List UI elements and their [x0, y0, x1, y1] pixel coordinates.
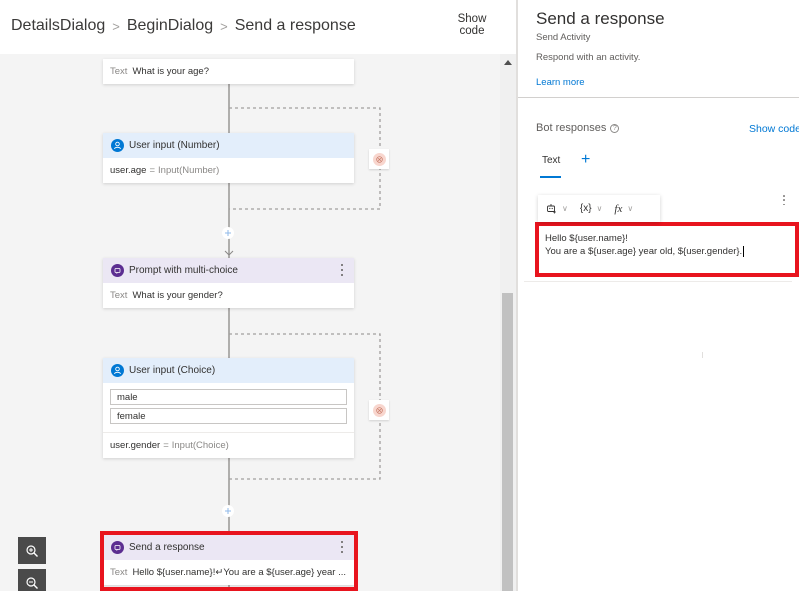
node-field-label: Text	[110, 567, 128, 578]
node-property: user.age	[110, 165, 147, 176]
choice-item: female	[110, 408, 347, 424]
editor-line-1: Hello ${user.name}!	[545, 233, 628, 244]
choice-list: male female	[103, 383, 354, 433]
user-icon	[111, 364, 124, 377]
help-icon[interactable]: ?	[610, 123, 620, 133]
zoom-in-button[interactable]	[18, 537, 46, 564]
insert-template-dropdown[interactable]: ∨	[546, 203, 568, 214]
plus-icon	[225, 230, 231, 236]
editor-line-2: You are a ${user.age} year old, ${user.g…	[545, 246, 743, 257]
scrollbar-thumb[interactable]	[502, 293, 513, 591]
show-code-button[interactable]: Show code	[452, 13, 492, 37]
editor-line-2-wrap: You are a ${user.age} year old, ${user.g…	[545, 245, 789, 258]
user-input-number-node[interactable]: User input (Number) user.age = Input(Num…	[103, 133, 354, 183]
error-circle-icon	[372, 152, 386, 166]
response-text-editor[interactable]: Hello ${user.name}! You are a ${user.age…	[535, 222, 799, 277]
text-caret	[743, 245, 745, 257]
user-icon	[111, 139, 124, 152]
invalid-input-badge[interactable]	[369, 149, 389, 169]
flow-canvas[interactable]: Text What is your age? User input (Numbe…	[0, 54, 500, 591]
node-property: user.gender	[110, 440, 161, 451]
panel-separator	[518, 97, 799, 98]
node-field-value: What is your gender?	[132, 290, 223, 301]
plus-icon	[225, 508, 231, 514]
insert-function-dropdown[interactable]: fx ∨	[614, 203, 633, 215]
tab-text[interactable]: Text	[542, 155, 560, 166]
zoom-out-button[interactable]	[18, 569, 46, 591]
send-response-node[interactable]: Send a response Text Hello ${user.name}!…	[103, 535, 354, 585]
show-code-line1: Show	[457, 13, 487, 25]
breadcrumb-item-details-dialog[interactable]: DetailsDialog	[11, 17, 105, 35]
node-expression: Input(Number)	[158, 165, 220, 176]
editor-toolbar: ∨ {x} ∨ fx ∨	[538, 195, 660, 222]
breadcrumb-item-current: Send a response	[234, 17, 356, 34]
insert-variable-dropdown[interactable]: {x} ∨	[580, 203, 603, 214]
node-equals: =	[163, 440, 169, 451]
show-code-link[interactable]: Show code	[749, 123, 799, 135]
breadcrumb: DetailsDialog > BeginDialog > Send a res…	[11, 17, 356, 35]
response-more-options-icon[interactable]	[782, 195, 786, 205]
properties-panel: Send a response Send Activity Respond wi…	[518, 0, 799, 591]
bot-icon	[111, 264, 124, 277]
chevron-down-icon: ∨	[562, 204, 568, 213]
add-response-type-button[interactable]: +	[581, 151, 590, 169]
invalid-input-badge[interactable]	[369, 400, 389, 420]
node-title: Prompt with multi-choice	[129, 265, 238, 276]
zoom-in-icon	[26, 544, 38, 557]
error-circle-icon	[372, 403, 386, 417]
prompt-age-node[interactable]: Text What is your age?	[103, 59, 354, 84]
node-field-label: Text	[110, 66, 128, 77]
breadcrumb-separator: >	[220, 18, 228, 34]
node-title: User input (Number)	[129, 140, 220, 151]
bot-icon	[111, 541, 124, 554]
editor-bottom-border	[524, 281, 792, 282]
node-title: Send a response	[129, 542, 205, 553]
user-input-choice-node[interactable]: User input (Choice) male female user.gen…	[103, 358, 354, 458]
choice-item: male	[110, 389, 347, 405]
breadcrumb-separator: >	[112, 18, 120, 34]
canvas-header: DetailsDialog > BeginDialog > Send a res…	[0, 0, 516, 54]
decorative-mark	[702, 352, 703, 358]
bot-responses-label: Bot responses ?	[536, 122, 620, 134]
zoom-out-icon	[26, 576, 38, 589]
node-expression: Input(Choice)	[171, 440, 229, 451]
breadcrumb-item-begin-dialog[interactable]: BeginDialog	[127, 17, 213, 35]
panel-title: Send a response	[536, 9, 665, 28]
bot-template-icon	[547, 204, 556, 214]
authoring-canvas-pane: DetailsDialog > BeginDialog > Send a res…	[0, 0, 516, 591]
bot-responses-text: Bot responses	[536, 122, 607, 134]
chevron-down-icon: ∨	[596, 204, 603, 213]
node-more-options-icon[interactable]	[340, 541, 344, 553]
panel-subtitle: Send Activity	[536, 32, 591, 43]
node-title: User input (Choice)	[129, 365, 216, 376]
add-action-button[interactable]	[222, 227, 234, 239]
node-more-options-icon[interactable]	[340, 264, 344, 276]
canvas-scrollbar[interactable]	[500, 54, 516, 591]
node-field-value: Hello ${user.name}!↵You are a ${user.age…	[132, 567, 347, 578]
add-action-button[interactable]	[222, 505, 234, 517]
active-tab-indicator	[540, 176, 561, 178]
panel-description: Respond with an activity.	[536, 52, 641, 63]
prompt-multi-choice-node[interactable]: Prompt with multi-choice Text What is yo…	[103, 258, 354, 308]
chevron-down-icon: ∨	[627, 204, 634, 213]
node-field-label: Text	[110, 290, 128, 301]
variable-label: {x}	[579, 203, 592, 214]
scroll-up-arrow-icon[interactable]	[504, 60, 512, 65]
function-label: fx	[614, 202, 623, 215]
node-equals: =	[149, 165, 156, 176]
learn-more-link[interactable]: Learn more	[536, 77, 585, 88]
show-code-line2: code	[459, 25, 485, 37]
node-field-value: What is your age?	[132, 66, 210, 77]
